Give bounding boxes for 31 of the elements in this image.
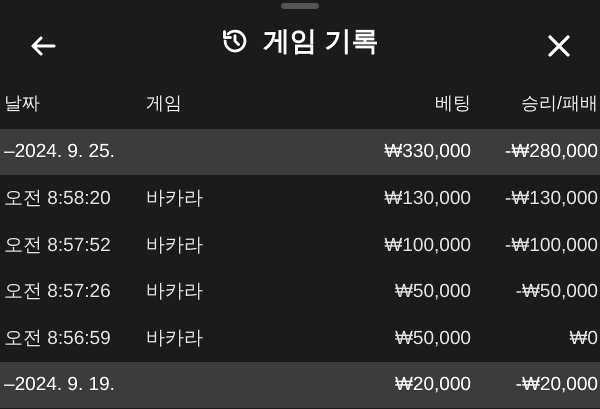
date-group-row[interactable]: –2024. 9. 25. ₩330,000 -₩280,000 [0,129,600,175]
column-header: 날짜 [3,92,41,115]
time-cell-text: 오전 8:57:26 [3,280,112,304]
bet-cell-text: ₩100,000 [383,234,471,258]
time-cell-text: 오전 8:58:20 [3,187,112,211]
time-cell-text: 오전 8:56:59 [3,326,112,350]
header-title: 게임 기록 [263,25,379,58]
drag-handle[interactable] [281,3,319,9]
date-group-row[interactable]: –2024. 9. 19. ₩20,000 -₩20,000 [0,362,600,408]
group-date: –2024. 9. 19. [3,372,116,397]
group-date: –2024. 9. 25. [3,140,116,164]
result-amount: -₩20,000 [514,372,599,397]
game-cell-text: 바카라 [146,280,204,304]
history-icon [221,27,250,56]
column-header: 베팅 [434,92,471,115]
column-header: 게임 [146,92,183,115]
result-cell-text: -₩100,000 [504,234,599,258]
time-cell-text: 오전 8:57:52 [3,234,112,258]
result-cell-text: ₩0 [568,326,599,350]
game-cell-text: 바카라 [146,187,204,211]
game-cell-text: 바카라 [146,234,204,258]
bet-cell-text: ₩130,000 [383,187,471,211]
game-cell-text: 바카라 [146,326,204,350]
column-header: 승리/패배 [520,92,599,115]
result-cell-text: -₩130,000 [504,187,599,211]
bet-amount: ₩20,000 [394,372,471,397]
bet-amount: ₩330,000 [383,140,471,164]
bet-cell-text: ₩50,000 [394,280,471,304]
result-cell-text: -₩50,000 [514,280,599,304]
bet-cell-text: ₩50,000 [394,326,471,350]
result-amount: -₩280,000 [504,140,599,164]
